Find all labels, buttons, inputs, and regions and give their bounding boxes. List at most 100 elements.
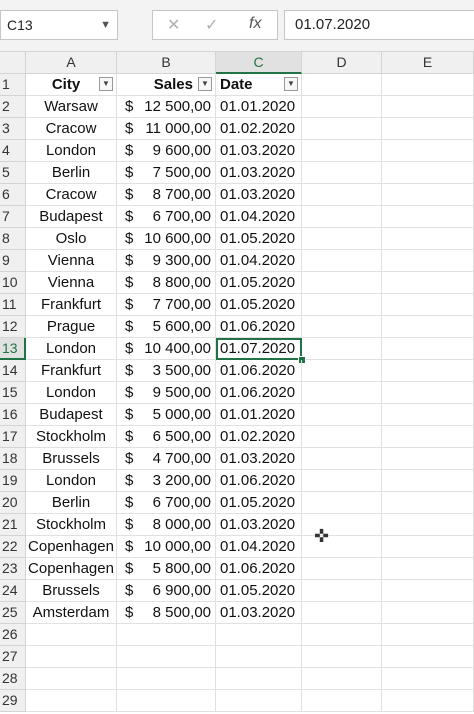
empty-cell[interactable] (302, 382, 382, 404)
empty-cell[interactable] (26, 668, 117, 690)
date-cell[interactable]: 01.05.2020 (216, 272, 302, 294)
cancel-icon[interactable]: ✕ (167, 15, 180, 35)
city-cell[interactable]: London (26, 338, 117, 360)
date-cell[interactable]: 01.06.2020 (216, 382, 302, 404)
empty-cell[interactable] (216, 668, 302, 690)
empty-cell[interactable] (382, 250, 474, 272)
row-header[interactable]: 27 (0, 646, 26, 668)
city-cell[interactable]: Budapest (26, 404, 117, 426)
row-header[interactable]: 13 (0, 338, 26, 360)
empty-cell[interactable] (302, 624, 382, 646)
empty-cell[interactable] (302, 492, 382, 514)
row-header[interactable]: 29 (0, 690, 26, 712)
empty-cell[interactable] (302, 558, 382, 580)
date-cell[interactable]: 01.03.2020 (216, 514, 302, 536)
empty-cell[interactable] (117, 646, 216, 668)
date-cell[interactable]: 01.03.2020 (216, 140, 302, 162)
date-cell[interactable]: 01.03.2020 (216, 448, 302, 470)
city-cell[interactable]: Warsaw (26, 96, 117, 118)
date-cell[interactable]: 01.06.2020 (216, 316, 302, 338)
row-header[interactable]: 21 (0, 514, 26, 536)
date-cell[interactable]: 01.06.2020 (216, 558, 302, 580)
date-cell[interactable]: 01.04.2020 (216, 250, 302, 272)
empty-cell[interactable] (302, 580, 382, 602)
empty-cell[interactable] (382, 492, 474, 514)
city-cell[interactable]: London (26, 470, 117, 492)
sales-cell[interactable]: $3 200,00 (117, 470, 216, 492)
empty-cell[interactable] (302, 140, 382, 162)
empty-cell[interactable] (302, 668, 382, 690)
empty-cell[interactable] (216, 624, 302, 646)
empty-cell[interactable] (302, 470, 382, 492)
date-cell[interactable]: 01.02.2020 (216, 426, 302, 448)
empty-cell[interactable] (382, 228, 474, 250)
empty-cell[interactable] (302, 646, 382, 668)
empty-cell[interactable] (382, 624, 474, 646)
sales-cell[interactable]: $8 800,00 (117, 272, 216, 294)
active-cell[interactable]: 01.07.2020 (216, 338, 302, 360)
city-cell[interactable]: Cracow (26, 184, 117, 206)
sales-cell[interactable]: $9 500,00 (117, 382, 216, 404)
empty-cell[interactable] (302, 690, 382, 712)
sales-cell[interactable]: $5 000,00 (117, 404, 216, 426)
empty-cell[interactable] (302, 316, 382, 338)
sales-cell[interactable]: $7 700,00 (117, 294, 216, 316)
empty-cell[interactable] (382, 470, 474, 492)
empty-cell[interactable] (302, 338, 382, 360)
sales-cell[interactable]: $6 900,00 (117, 580, 216, 602)
empty-cell[interactable] (382, 272, 474, 294)
row-header[interactable]: 16 (0, 404, 26, 426)
row-header[interactable]: 25 (0, 602, 26, 624)
empty-cell[interactable] (117, 624, 216, 646)
row-header[interactable]: 15 (0, 382, 26, 404)
empty-cell[interactable] (216, 690, 302, 712)
city-cell[interactable]: Brussels (26, 580, 117, 602)
sales-cell[interactable]: $10 600,00 (117, 228, 216, 250)
sales-cell[interactable]: $8 700,00 (117, 184, 216, 206)
row-header[interactable]: 12 (0, 316, 26, 338)
date-cell[interactable]: 01.01.2020 (216, 404, 302, 426)
filter-dropdown-icon[interactable]: ▼ (198, 77, 212, 91)
city-cell[interactable]: Copenhagen (26, 536, 117, 558)
empty-cell[interactable] (382, 118, 474, 140)
row-header[interactable]: 26 (0, 624, 26, 646)
city-cell[interactable]: Cracow (26, 118, 117, 140)
sales-cell[interactable]: $9 600,00 (117, 140, 216, 162)
empty-cell[interactable] (382, 140, 474, 162)
empty-cell[interactable] (26, 690, 117, 712)
select-all-corner[interactable] (0, 52, 26, 74)
empty-cell[interactable] (382, 668, 474, 690)
row-header[interactable]: 8 (0, 228, 26, 250)
row-header[interactable]: 2 (0, 96, 26, 118)
date-cell[interactable]: 01.06.2020 (216, 470, 302, 492)
date-cell[interactable]: 01.05.2020 (216, 294, 302, 316)
date-cell[interactable]: 01.02.2020 (216, 118, 302, 140)
empty-cell[interactable] (382, 382, 474, 404)
empty-cell[interactable] (302, 96, 382, 118)
row-header[interactable]: 3 (0, 118, 26, 140)
empty-cell[interactable] (382, 184, 474, 206)
empty-cell[interactable] (382, 74, 474, 96)
empty-cell[interactable] (302, 272, 382, 294)
row-header[interactable]: 28 (0, 668, 26, 690)
city-cell[interactable]: Copenhagen (26, 558, 117, 580)
sales-cell[interactable]: $3 500,00 (117, 360, 216, 382)
empty-cell[interactable] (26, 646, 117, 668)
name-box[interactable]: C13 ▼ (0, 10, 118, 40)
row-header[interactable]: 20 (0, 492, 26, 514)
date-cell[interactable]: 01.03.2020 (216, 184, 302, 206)
empty-cell[interactable] (302, 118, 382, 140)
date-cell[interactable]: 01.06.2020 (216, 360, 302, 382)
column-header-e[interactable]: E (382, 52, 474, 74)
filter-dropdown-icon[interactable]: ▼ (284, 77, 298, 91)
city-cell[interactable]: Amsterdam (26, 602, 117, 624)
city-cell[interactable]: Oslo (26, 228, 117, 250)
date-cell[interactable]: 01.04.2020 (216, 536, 302, 558)
column-header-b[interactable]: B (117, 52, 216, 74)
city-cell[interactable]: Stockholm (26, 426, 117, 448)
row-header[interactable]: 4 (0, 140, 26, 162)
empty-cell[interactable] (382, 514, 474, 536)
enter-icon[interactable]: ✓ (205, 15, 218, 35)
city-cell[interactable]: Berlin (26, 162, 117, 184)
empty-cell[interactable] (382, 426, 474, 448)
